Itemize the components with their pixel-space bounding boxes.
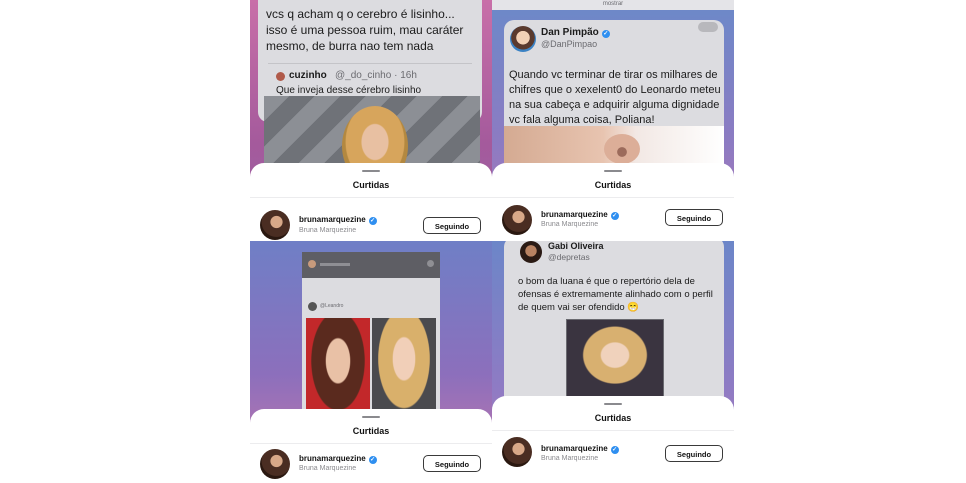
author-handle: @depretas: [548, 252, 590, 262]
author-avatar: [510, 26, 536, 52]
top-bar: mostrar: [492, 0, 734, 10]
top-bar-label: mostrar: [602, 1, 624, 7]
follower-fullname: Bruna Marquezine: [299, 227, 357, 234]
follower-username[interactable]: brunamarquezine ✓: [299, 454, 377, 464]
tweet-text: o bom da luana é que o repertório dela d…: [518, 276, 713, 313]
avatar[interactable]: [502, 205, 532, 235]
sheet-title: Curtidas: [352, 180, 390, 190]
following-button[interactable]: Seguindo: [423, 217, 481, 234]
inner-handle: @Leandro: [320, 303, 344, 309]
nose-photo: [604, 134, 640, 164]
sheet-title: Curtidas: [594, 180, 632, 190]
tweet-text: vcs q acham q o cerebro é lisinho... iss…: [266, 7, 464, 53]
avatar[interactable]: [260, 449, 290, 479]
quote-name: cuzinho: [289, 70, 327, 81]
avatar[interactable]: [502, 437, 532, 467]
verified-badge-icon: ✓: [610, 446, 619, 454]
sheet-handle[interactable]: [362, 170, 380, 172]
follower-username[interactable]: brunamarquezine ✓: [541, 210, 619, 220]
tweet-image: [264, 96, 480, 186]
author-avatar: [520, 241, 542, 263]
follower-username[interactable]: brunamarquezine ✓: [299, 215, 377, 225]
follower-fullname: Bruna Marquezine: [541, 221, 599, 228]
following-button[interactable]: Seguindo: [665, 445, 723, 462]
close-icon[interactable]: [427, 260, 434, 267]
sheet-handle[interactable]: [362, 416, 380, 418]
story-panel-4: Gabi Oliveira @depretas o bom da luana é…: [492, 241, 734, 483]
follower-username-text: brunamarquezine: [299, 454, 366, 463]
author-name: Dan Pimpão ✓: [541, 27, 610, 38]
follower-fullname: Bruna Marquezine: [299, 465, 357, 472]
verified-badge-icon: ✓: [368, 217, 377, 225]
likes-sheet: Curtidas brunamarquezine ✓ Bruna Marquezi…: [250, 163, 492, 241]
follower-username-text: brunamarquezine: [541, 210, 608, 219]
story-panel-1: vcs q acham q o cerebro é lisinho... iss…: [250, 0, 492, 241]
header-text-line: [320, 263, 350, 266]
author-handle: @DanPimpao: [541, 39, 598, 49]
photo-right: [372, 318, 436, 420]
author-name-text: Dan Pimpão: [541, 27, 599, 38]
more-options-icon[interactable]: [698, 22, 718, 32]
tweet-video[interactable]: [566, 319, 664, 399]
screenshot-header: [302, 252, 440, 278]
follower-username-text: brunamarquezine: [541, 444, 608, 453]
follower-username[interactable]: brunamarquezine ✓: [541, 444, 619, 454]
sheet-handle[interactable]: [604, 170, 622, 172]
tweet-card: Dan Pimpão ✓ @DanPimpao Quando vc termina…: [504, 20, 724, 142]
verified-badge-icon: ✓: [601, 30, 610, 38]
author-name: Gabi Oliveira: [548, 241, 604, 251]
tweet-text: Quando vc terminar de tirar os milhares …: [509, 69, 721, 126]
sheet-handle[interactable]: [604, 403, 622, 405]
likes-sheet: Curtidas brunamarquezine ✓ Bruna Marquezi…: [492, 396, 734, 483]
quote-avatar: [276, 72, 285, 81]
quote-handle: @_do_cinho · 16h: [335, 70, 417, 81]
header-avatar: [308, 260, 316, 268]
verified-badge-icon: ✓: [368, 456, 377, 464]
story-panel-3: @Leandro Curtidas brunamarquezine ✓ Bruna…: [250, 241, 492, 483]
following-button[interactable]: Seguindo: [665, 209, 723, 226]
sheet-divider: [250, 443, 492, 444]
photo-left: [306, 318, 370, 420]
quote-divider: [268, 63, 472, 64]
following-button[interactable]: Seguindo: [423, 455, 481, 472]
sheet-divider: [492, 197, 734, 198]
likes-sheet: Curtidas brunamarquezine ✓ Bruna Marquezi…: [250, 409, 492, 483]
quote-text: Que inveja desse cérebro lisinho: [276, 85, 422, 96]
story-panel-2: mostrar Dan Pimpão ✓ @DanPimpao Quando vc…: [492, 0, 734, 241]
inner-avatar: [308, 302, 317, 311]
sheet-title: Curtidas: [594, 413, 632, 423]
verified-badge-icon: ✓: [610, 212, 619, 220]
avatar[interactable]: [260, 210, 290, 240]
sheet-divider: [250, 197, 492, 198]
follower-fullname: Bruna Marquezine: [541, 455, 599, 462]
inner-post-header: @Leandro: [308, 300, 434, 314]
sheet-title: Curtidas: [352, 426, 390, 436]
sheet-divider: [492, 430, 734, 431]
follower-username-text: brunamarquezine: [299, 215, 366, 224]
likes-sheet: Curtidas brunamarquezine ✓ Bruna Marquezi…: [492, 163, 734, 241]
